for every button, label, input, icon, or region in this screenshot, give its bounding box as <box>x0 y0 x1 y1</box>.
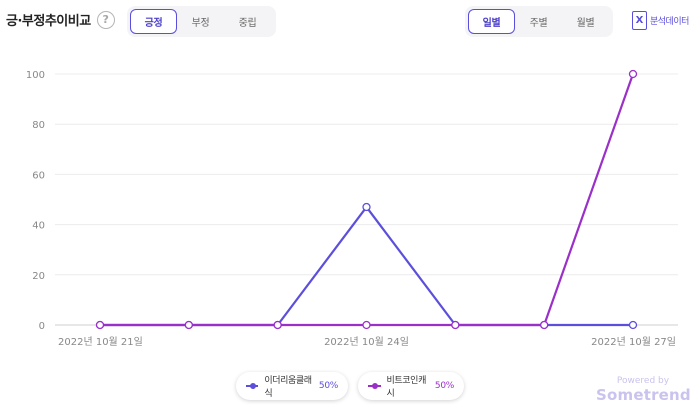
legend-item-ethereum-classic[interactable]: 이더리움클래식 50% <box>236 372 348 400</box>
tab-neutral[interactable]: 중립 <box>224 9 271 34</box>
data-point <box>362 320 371 330</box>
brand-logo-text: Sometrend <box>596 386 691 404</box>
data-point <box>184 320 193 330</box>
export-data-button[interactable]: X 분석데이터 <box>632 11 689 30</box>
y-tick-label: 40 <box>32 221 45 232</box>
help-icon[interactable]: ? <box>96 10 115 29</box>
legend-marker-icon <box>246 382 259 390</box>
period-tab-group: 일별 주별 월별 <box>465 6 613 37</box>
data-point <box>273 320 282 330</box>
sentiment-tab-group: 긍정 부정 중립 <box>127 6 276 37</box>
legend-label: 이더리움클래식 <box>264 376 312 399</box>
data-point <box>628 69 638 79</box>
trend-chart: 0 20 40 60 80 100 2022년 10월 21일 2022년 10월 24일 20… <box>26 69 678 348</box>
section-header: 긍·부정추이비교 ? <box>6 10 115 29</box>
x-tick-label: 2022년 10월 21일 <box>58 336 143 348</box>
x-tick-label: 2022년 10월 27일 <box>591 336 676 348</box>
export-label: 분석데이터 <box>650 17 689 27</box>
y-tick-label: 20 <box>32 271 45 282</box>
legend-item-bitcoin-cash[interactable]: 비트코인캐시 50% <box>358 372 464 400</box>
legend-share: 50% <box>434 381 454 391</box>
data-point <box>451 320 460 330</box>
tab-daily[interactable]: 일별 <box>468 9 515 34</box>
y-tick-label: 100 <box>26 70 45 81</box>
tab-weekly[interactable]: 주별 <box>515 9 562 34</box>
tab-monthly[interactable]: 월별 <box>562 9 609 34</box>
data-point <box>362 202 371 212</box>
excel-icon: X <box>632 11 647 30</box>
legend-label: 비트코인캐시 <box>386 376 427 399</box>
data-point <box>540 320 549 330</box>
powered-by-text: Powered by <box>616 376 670 386</box>
y-tick-label: 60 <box>32 170 45 181</box>
series-line <box>100 73 635 327</box>
page-title: 긍·부정추이비교 <box>6 14 91 29</box>
powered-by-logo: Powered by Sometrend <box>596 376 691 404</box>
tab-positive[interactable]: 긍정 <box>130 9 177 34</box>
data-point <box>628 320 638 330</box>
data-point <box>95 320 105 330</box>
legend-share: 50% <box>318 381 338 391</box>
tab-negative[interactable]: 부정 <box>177 9 224 34</box>
y-tick-label: 0 <box>39 321 45 332</box>
x-tick-label: 2022년 10월 24일 <box>324 336 409 348</box>
y-tick-label: 80 <box>32 120 45 131</box>
legend-marker-icon <box>368 382 381 390</box>
